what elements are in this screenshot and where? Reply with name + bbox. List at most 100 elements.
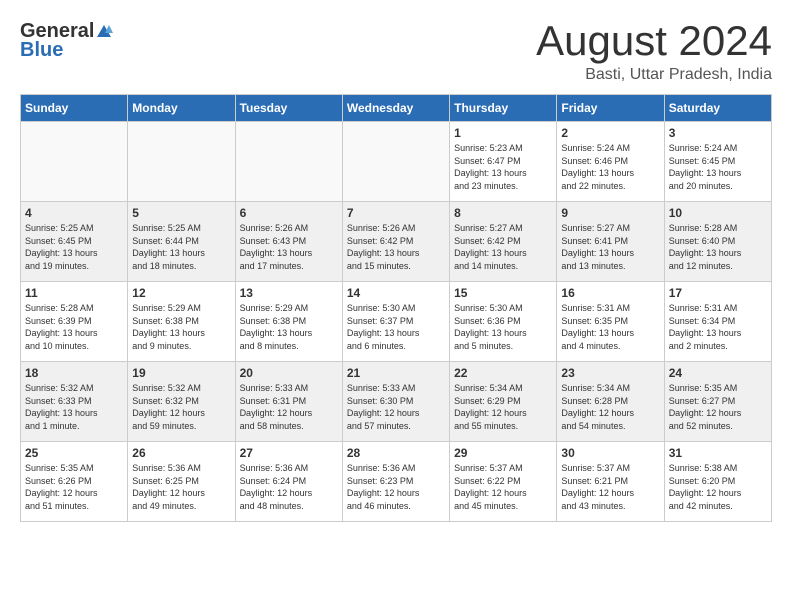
calendar-cell: 24 Sunrise: 5:35 AM Sunset: 6:27 PM Dayli… (664, 362, 771, 442)
calendar-cell: 21 Sunrise: 5:33 AM Sunset: 6:30 PM Dayli… (342, 362, 449, 442)
week-row-1: 4 Sunrise: 5:25 AM Sunset: 6:45 PM Daylig… (21, 202, 772, 282)
day-info: Sunrise: 5:26 AM Sunset: 6:43 PM Dayligh… (240, 222, 338, 272)
logo-icon (95, 23, 113, 41)
day-number: 3 (669, 126, 767, 140)
header-sunday: Sunday (21, 95, 128, 122)
day-number: 10 (669, 206, 767, 220)
calendar-cell: 3 Sunrise: 5:24 AM Sunset: 6:45 PM Daylig… (664, 122, 771, 202)
day-info: Sunrise: 5:28 AM Sunset: 6:39 PM Dayligh… (25, 302, 123, 352)
day-number: 13 (240, 286, 338, 300)
week-row-3: 18 Sunrise: 5:32 AM Sunset: 6:33 PM Dayli… (21, 362, 772, 442)
day-number: 9 (561, 206, 659, 220)
day-number: 20 (240, 366, 338, 380)
day-info: Sunrise: 5:30 AM Sunset: 6:36 PM Dayligh… (454, 302, 552, 352)
day-info: Sunrise: 5:28 AM Sunset: 6:40 PM Dayligh… (669, 222, 767, 272)
day-number: 29 (454, 446, 552, 460)
day-number: 30 (561, 446, 659, 460)
day-info: Sunrise: 5:29 AM Sunset: 6:38 PM Dayligh… (240, 302, 338, 352)
day-info: Sunrise: 5:25 AM Sunset: 6:44 PM Dayligh… (132, 222, 230, 272)
calendar-cell: 28 Sunrise: 5:36 AM Sunset: 6:23 PM Dayli… (342, 442, 449, 522)
day-info: Sunrise: 5:38 AM Sunset: 6:20 PM Dayligh… (669, 462, 767, 512)
day-number: 5 (132, 206, 230, 220)
day-number: 28 (347, 446, 445, 460)
week-row-4: 25 Sunrise: 5:35 AM Sunset: 6:26 PM Dayli… (21, 442, 772, 522)
day-info: Sunrise: 5:27 AM Sunset: 6:41 PM Dayligh… (561, 222, 659, 272)
calendar-cell: 16 Sunrise: 5:31 AM Sunset: 6:35 PM Dayli… (557, 282, 664, 362)
calendar-cell: 9 Sunrise: 5:27 AM Sunset: 6:41 PM Daylig… (557, 202, 664, 282)
calendar-cell: 5 Sunrise: 5:25 AM Sunset: 6:44 PM Daylig… (128, 202, 235, 282)
header-saturday: Saturday (664, 95, 771, 122)
day-number: 27 (240, 446, 338, 460)
day-number: 8 (454, 206, 552, 220)
week-row-0: 1Sunrise: 5:23 AM Sunset: 6:47 PM Daylig… (21, 122, 772, 202)
day-info: Sunrise: 5:33 AM Sunset: 6:31 PM Dayligh… (240, 382, 338, 432)
day-info: Sunrise: 5:34 AM Sunset: 6:29 PM Dayligh… (454, 382, 552, 432)
logo: General Blue (20, 20, 114, 62)
day-number: 14 (347, 286, 445, 300)
day-number: 22 (454, 366, 552, 380)
calendar-cell: 26 Sunrise: 5:36 AM Sunset: 6:25 PM Dayli… (128, 442, 235, 522)
day-number: 23 (561, 366, 659, 380)
calendar-cell (128, 122, 235, 202)
calendar-cell: 2 Sunrise: 5:24 AM Sunset: 6:46 PM Daylig… (557, 122, 664, 202)
day-info: Sunrise: 5:27 AM Sunset: 6:42 PM Dayligh… (454, 222, 552, 272)
day-info: Sunrise: 5:36 AM Sunset: 6:25 PM Dayligh… (132, 462, 230, 512)
day-number: 26 (132, 446, 230, 460)
day-info: Sunrise: 5:24 AM Sunset: 6:45 PM Dayligh… (669, 142, 767, 192)
day-info: Sunrise: 5:24 AM Sunset: 6:46 PM Dayligh… (561, 142, 659, 192)
calendar-cell (235, 122, 342, 202)
calendar-cell (342, 122, 449, 202)
day-info: Sunrise: 5:32 AM Sunset: 6:33 PM Dayligh… (25, 382, 123, 432)
header-friday: Friday (557, 95, 664, 122)
calendar-table: SundayMondayTuesdayWednesdayThursdayFrid… (20, 94, 772, 522)
day-number: 18 (25, 366, 123, 380)
location: Basti, Uttar Pradesh, India (536, 66, 772, 84)
header-tuesday: Tuesday (235, 95, 342, 122)
day-info: Sunrise: 5:35 AM Sunset: 6:27 PM Dayligh… (669, 382, 767, 432)
calendar-cell: 22 Sunrise: 5:34 AM Sunset: 6:29 PM Dayli… (450, 362, 557, 442)
calendar-cell (21, 122, 128, 202)
header-thursday: Thursday (450, 95, 557, 122)
day-number: 24 (669, 366, 767, 380)
calendar-cell: 25 Sunrise: 5:35 AM Sunset: 6:26 PM Dayli… (21, 442, 128, 522)
day-number: 11 (25, 286, 123, 300)
calendar-cell: 15 Sunrise: 5:30 AM Sunset: 6:36 PM Dayli… (450, 282, 557, 362)
day-number: 1 (454, 126, 552, 140)
calendar-cell: 14Sunrise: 5:30 AM Sunset: 6:37 PM Dayli… (342, 282, 449, 362)
day-number: 2 (561, 126, 659, 140)
page-header: General Blue August 2024 Basti, Uttar Pr… (20, 20, 772, 84)
logo-blue-text: Blue (20, 39, 63, 62)
day-info: Sunrise: 5:36 AM Sunset: 6:23 PM Dayligh… (347, 462, 445, 512)
day-info: Sunrise: 5:35 AM Sunset: 6:26 PM Dayligh… (25, 462, 123, 512)
day-info: Sunrise: 5:33 AM Sunset: 6:30 PM Dayligh… (347, 382, 445, 432)
day-info: Sunrise: 5:26 AM Sunset: 6:42 PM Dayligh… (347, 222, 445, 272)
calendar-cell: 17Sunrise: 5:31 AM Sunset: 6:34 PM Dayli… (664, 282, 771, 362)
day-number: 17 (669, 286, 767, 300)
day-number: 25 (25, 446, 123, 460)
calendar-cell: 11 Sunrise: 5:28 AM Sunset: 6:39 PM Dayli… (21, 282, 128, 362)
calendar-cell: 6Sunrise: 5:26 AM Sunset: 6:43 PM Daylig… (235, 202, 342, 282)
month-title: August 2024 (536, 20, 772, 62)
calendar-cell: 23Sunrise: 5:34 AM Sunset: 6:28 PM Dayli… (557, 362, 664, 442)
day-info: Sunrise: 5:29 AM Sunset: 6:38 PM Dayligh… (132, 302, 230, 352)
calendar-cell: 1Sunrise: 5:23 AM Sunset: 6:47 PM Daylig… (450, 122, 557, 202)
calendar-cell: 29 Sunrise: 5:37 AM Sunset: 6:22 PM Dayli… (450, 442, 557, 522)
day-info: Sunrise: 5:25 AM Sunset: 6:45 PM Dayligh… (25, 222, 123, 272)
calendar-cell: 31Sunrise: 5:38 AM Sunset: 6:20 PM Dayli… (664, 442, 771, 522)
day-number: 16 (561, 286, 659, 300)
calendar-cell: 10 Sunrise: 5:28 AM Sunset: 6:40 PM Dayli… (664, 202, 771, 282)
day-number: 21 (347, 366, 445, 380)
calendar-cell: 7Sunrise: 5:26 AM Sunset: 6:42 PM Daylig… (342, 202, 449, 282)
week-row-2: 11 Sunrise: 5:28 AM Sunset: 6:39 PM Dayli… (21, 282, 772, 362)
day-info: Sunrise: 5:37 AM Sunset: 6:21 PM Dayligh… (561, 462, 659, 512)
calendar-cell: 20 Sunrise: 5:33 AM Sunset: 6:31 PM Dayli… (235, 362, 342, 442)
day-number: 4 (25, 206, 123, 220)
day-info: Sunrise: 5:36 AM Sunset: 6:24 PM Dayligh… (240, 462, 338, 512)
day-info: Sunrise: 5:37 AM Sunset: 6:22 PM Dayligh… (454, 462, 552, 512)
day-info: Sunrise: 5:31 AM Sunset: 6:35 PM Dayligh… (561, 302, 659, 352)
header-row: SundayMondayTuesdayWednesdayThursdayFrid… (21, 95, 772, 122)
calendar-cell: 27 Sunrise: 5:36 AM Sunset: 6:24 PM Dayli… (235, 442, 342, 522)
calendar-cell: 4 Sunrise: 5:25 AM Sunset: 6:45 PM Daylig… (21, 202, 128, 282)
day-number: 15 (454, 286, 552, 300)
title-area: August 2024 Basti, Uttar Pradesh, India (536, 20, 772, 84)
